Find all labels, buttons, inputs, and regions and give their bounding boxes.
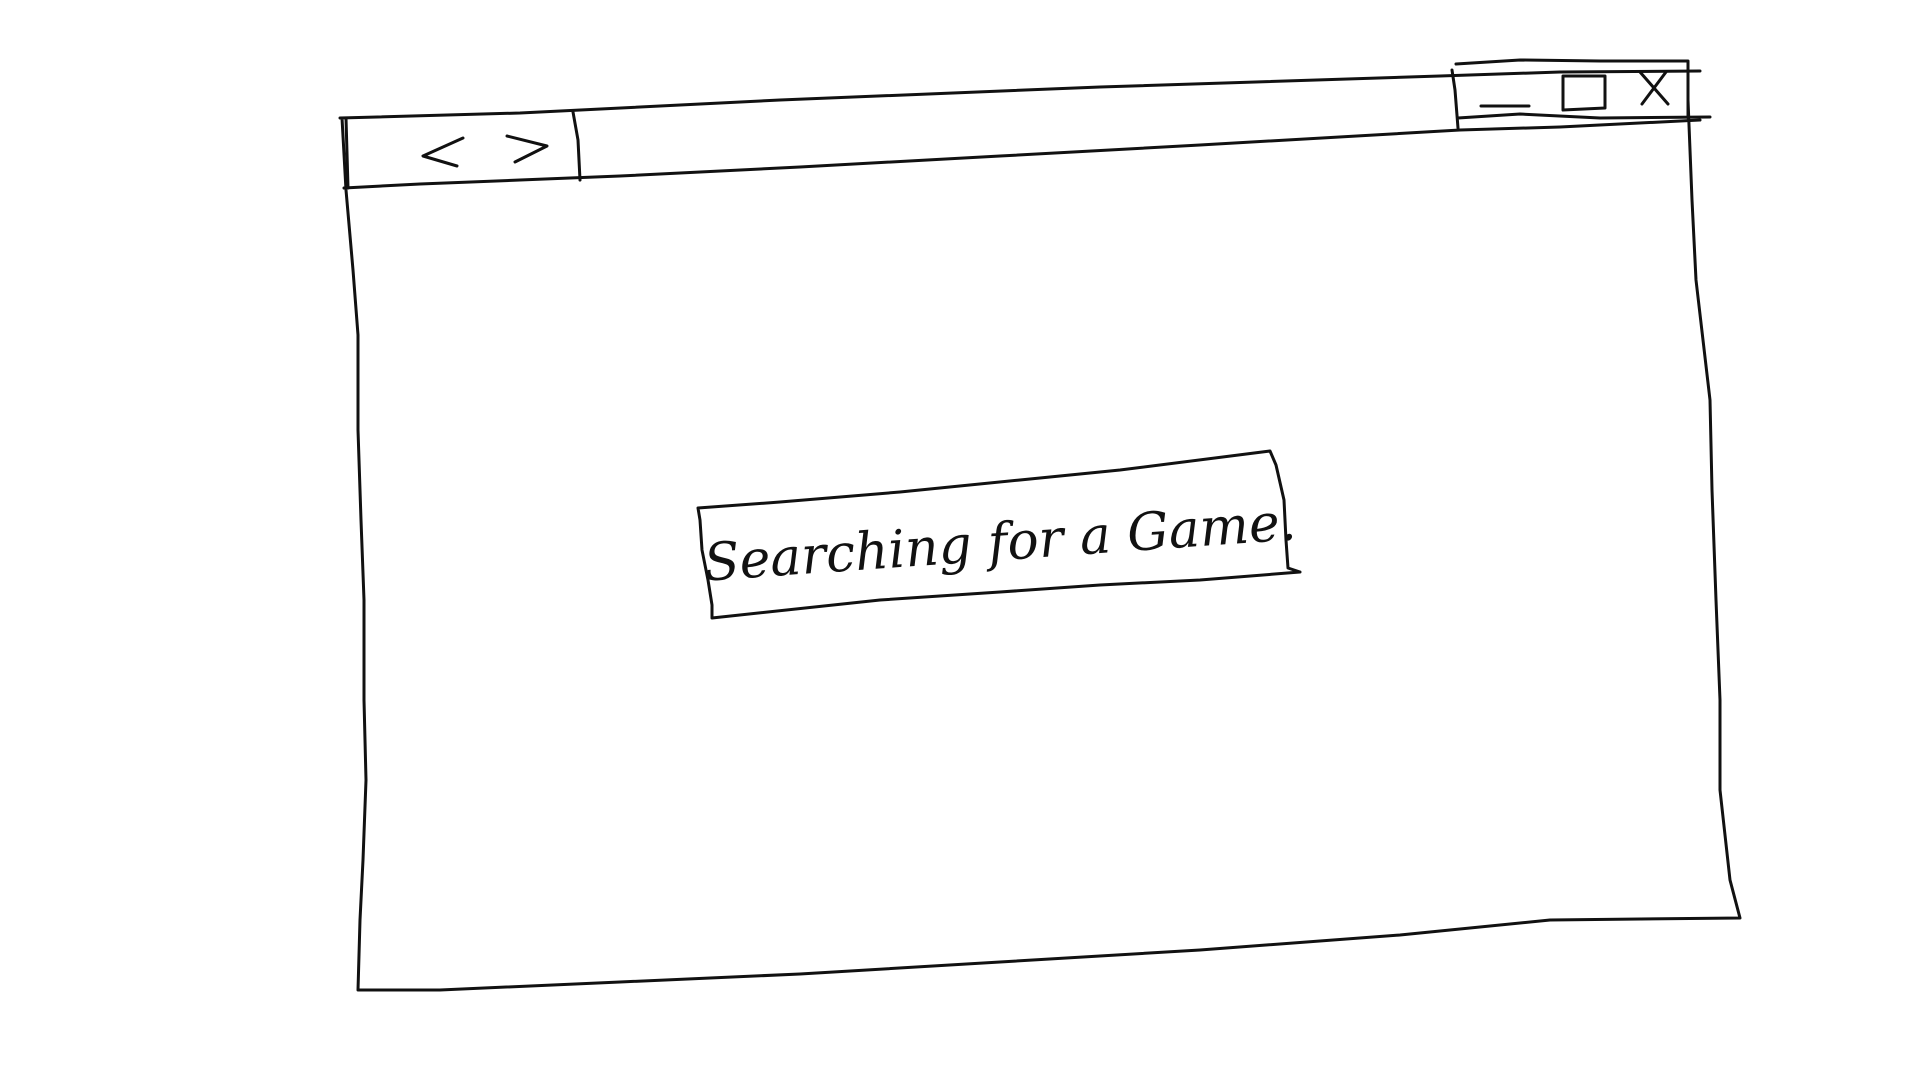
chevron-right-icon	[505, 134, 549, 164]
minimize-icon	[1479, 104, 1531, 108]
chevron-left-icon	[421, 136, 465, 168]
forward-button[interactable]	[495, 128, 565, 178]
close-icon	[1638, 70, 1670, 106]
minimize-button[interactable]	[1475, 72, 1535, 118]
maximize-icon	[1561, 74, 1607, 112]
maximize-button[interactable]	[1555, 70, 1615, 116]
app-window: Searching for a Game.	[0, 0, 1920, 1080]
back-button[interactable]	[405, 128, 475, 178]
close-button[interactable]	[1630, 66, 1680, 112]
